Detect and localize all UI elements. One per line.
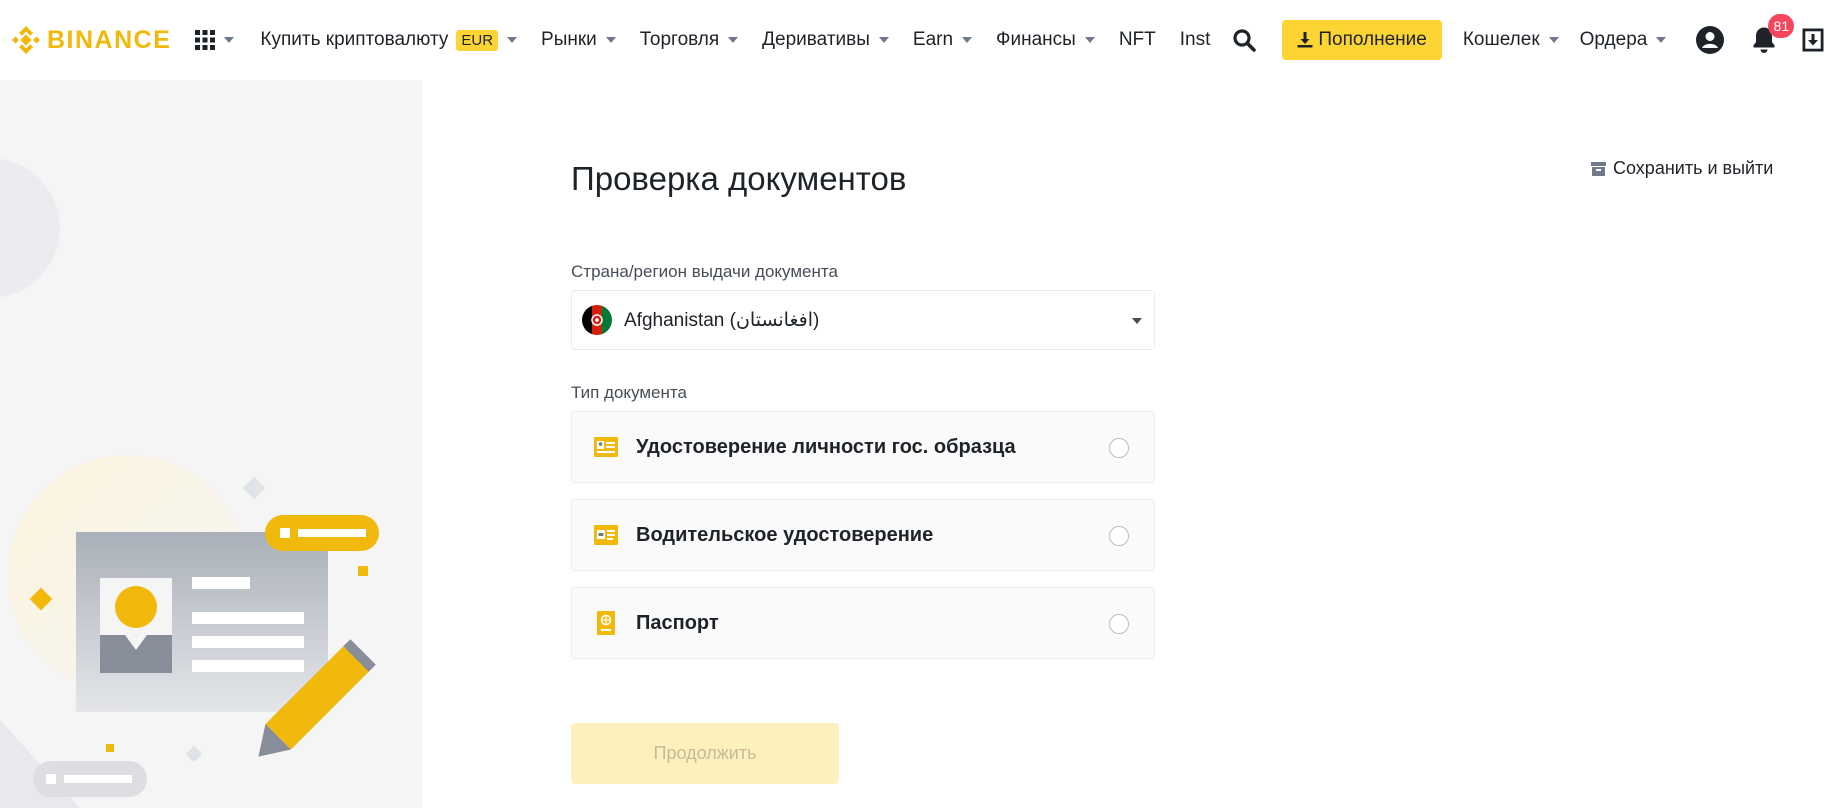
nav-trade-label: Торговля <box>639 29 720 50</box>
nav-trade[interactable]: Торговля <box>639 29 739 51</box>
nav-inst[interactable]: Inst <box>1180 29 1211 51</box>
save-and-exit-button[interactable]: Сохранить и выйти <box>1591 158 1773 179</box>
continue-button[interactable]: Продолжить <box>571 723 839 784</box>
nav-buy-crypto-label: Купить криптовалюту <box>260 29 449 50</box>
download-icon <box>1297 32 1313 48</box>
profile-button[interactable] <box>1695 25 1725 55</box>
doc-option-national-id[interactable]: Удостоверение личности гос. образца <box>571 411 1155 483</box>
nav-nft[interactable]: NFT <box>1119 29 1156 51</box>
download-app-button[interactable] <box>1802 28 1824 52</box>
nav-earn[interactable]: Earn <box>912 29 973 51</box>
nav-finance[interactable]: Финансы <box>996 29 1095 51</box>
notifications-button[interactable]: 81 <box>1752 14 1795 54</box>
doc-option-driver-license-label: Водительское удостоверение <box>636 523 934 546</box>
chevron-down-icon <box>605 37 616 43</box>
currency-badge: EUR <box>456 29 499 51</box>
chevron-down-icon <box>1132 318 1142 324</box>
id-card-icon <box>594 435 618 459</box>
download-app-icon <box>1802 28 1824 52</box>
main-nav: Купить криптовалюту EUR Рынки Торговля Д… <box>234 0 1210 80</box>
doc-option-passport[interactable]: Паспорт <box>571 587 1155 659</box>
illustration-panel <box>0 80 422 808</box>
chevron-down-icon <box>962 37 973 43</box>
search-icon <box>1233 29 1257 52</box>
nav-derivatives-label: Деривативы <box>762 29 870 50</box>
apps-menu-button[interactable] <box>195 30 235 50</box>
passport-icon <box>594 611 618 635</box>
grid-icon <box>195 30 216 50</box>
nav-nft-label: NFT <box>1118 29 1156 50</box>
nav-earn-label: Earn <box>912 29 954 50</box>
nav-orders-label: Ордера <box>1579 29 1648 50</box>
user-nav: Кошелек Ордера 81 <box>1442 14 1840 55</box>
nav-derivatives[interactable]: Деривативы <box>762 29 889 51</box>
country-field-label: Страна/регион выдачи документа <box>571 262 838 281</box>
nav-markets-label: Рынки <box>541 29 597 50</box>
driver-license-icon <box>594 523 618 547</box>
notification-count-badge: 81 <box>1768 14 1795 38</box>
nav-wallet-label: Кошелек <box>1462 29 1540 50</box>
afghanistan-flag-icon <box>582 305 612 335</box>
save-and-exit-label: Сохранить и выйти <box>1613 158 1774 178</box>
nav-inst-label: Inst <box>1179 29 1211 50</box>
chevron-down-icon <box>507 37 518 43</box>
nav-markets[interactable]: Рынки <box>541 29 616 51</box>
document-verification-form: Проверка документов Сохранить и выйти Ст… <box>571 80 1773 808</box>
nav-finance-label: Финансы <box>996 29 1076 50</box>
deposit-button[interactable]: Пополнение <box>1282 20 1442 60</box>
doc-option-passport-label: Паспорт <box>636 611 719 634</box>
chevron-down-icon <box>1656 37 1667 43</box>
chevron-down-icon <box>1548 37 1559 43</box>
chevron-down-icon <box>728 37 739 43</box>
binance-logo-icon <box>11 26 41 54</box>
deposit-label: Пополнение <box>1318 29 1427 50</box>
user-avatar-icon <box>1696 26 1725 54</box>
doc-option-driver-license[interactable]: Водительское удостоверение <box>571 499 1155 571</box>
chevron-down-icon <box>1084 37 1095 43</box>
doc-type-field-label: Тип документа <box>571 383 687 402</box>
nav-orders[interactable]: Ордера <box>1580 29 1667 51</box>
doc-option-national-id-radio[interactable] <box>1109 438 1129 458</box>
chevron-down-icon <box>878 37 889 43</box>
binance-logo[interactable]: BINANCE <box>11 20 171 60</box>
top-nav-bar: BINANCE Купить криптовалюту EUR Рынки То… <box>0 0 1840 80</box>
chevron-down-icon <box>224 37 235 43</box>
doc-option-national-id-label: Удостоверение личности гос. образца <box>636 435 1016 458</box>
archive-icon <box>1591 161 1606 176</box>
country-select[interactable]: Afghanistan (افغانستان) <box>571 290 1155 350</box>
doc-option-driver-license-radio[interactable] <box>1109 526 1129 546</box>
doc-option-passport-radio[interactable] <box>1109 614 1129 634</box>
nav-buy-crypto[interactable]: Купить криптовалюту EUR <box>260 29 518 51</box>
country-select-value: Afghanistan (افغانستان) <box>624 309 820 331</box>
nav-wallet[interactable]: Кошелек <box>1463 29 1559 51</box>
id-verification-illustration <box>0 158 379 808</box>
search-button[interactable] <box>1232 28 1257 52</box>
logo-text: BINANCE <box>47 25 172 54</box>
page-title: Проверка документов <box>571 160 907 197</box>
